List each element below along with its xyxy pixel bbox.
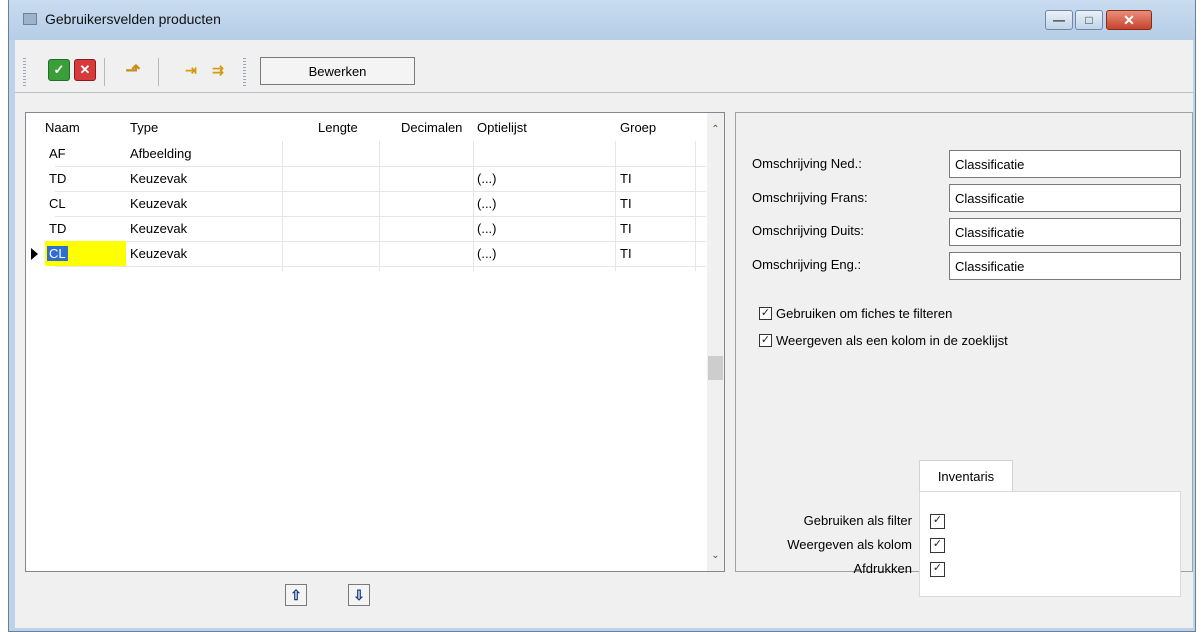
scroll-thumb[interactable] (708, 356, 723, 380)
inv-filter-checkbox[interactable]: ✓ (930, 514, 945, 529)
omschrijving-eng-field[interactable] (949, 252, 1181, 280)
cell-type[interactable]: Keuzevak (130, 241, 187, 266)
cell-type[interactable]: Keuzevak (130, 166, 187, 191)
current-row-indicator-icon (31, 248, 38, 260)
export-icon[interactable]: ⬏ (122, 59, 144, 81)
column-checkbox[interactable]: ✓ (759, 334, 772, 347)
row-divider (55, 266, 706, 267)
inv-column-checkbox[interactable]: ✓ (930, 538, 945, 553)
table-row[interactable]: AF Afbeelding (26, 141, 704, 166)
tab-inventaris[interactable]: Inventaris (919, 460, 1013, 492)
column-header-decimalen[interactable]: Decimalen (401, 120, 462, 135)
omschrijving-frans-field[interactable] (949, 184, 1181, 212)
cell-groep[interactable]: TI (620, 216, 632, 241)
cell-groep[interactable]: TI (620, 191, 632, 216)
toolbar: ✓ ✕ ⬏ ⇥ ⇉ Bewerken (15, 40, 1193, 92)
column-checkbox-label[interactable]: Weergeven als een kolom in de zoeklijst (776, 333, 1008, 348)
scroll-up-icon[interactable]: ⌃ (707, 121, 724, 138)
toolbar-separator (158, 58, 159, 86)
scroll-down-icon[interactable]: ⌄ (707, 547, 724, 564)
toolbar-grip[interactable] (23, 58, 26, 86)
move-down-button[interactable]: ⇩ (348, 584, 370, 606)
fields-grid[interactable]: Naam Type Lengte Decimalen Optielijst Gr… (25, 112, 725, 572)
column-header-optielijst[interactable]: Optielijst (477, 120, 527, 135)
minimize-icon: — (1053, 13, 1065, 27)
cell-groep[interactable]: TI (620, 166, 632, 191)
maximize-button[interactable]: □ (1075, 10, 1103, 30)
filter-checkbox-label[interactable]: Gebruiken om fiches te filteren (776, 306, 952, 321)
app-icon (23, 13, 37, 25)
cell-naam[interactable]: TD (49, 216, 66, 241)
column-header-lengte[interactable]: Lengte (318, 120, 358, 135)
cell-naam[interactable]: AF (49, 141, 66, 166)
cell-optielijst[interactable]: (...) (477, 241, 497, 266)
column-header-groep[interactable]: Groep (620, 120, 656, 135)
table-row[interactable]: CL Keuzevak (...) TI (26, 191, 704, 216)
column-header-type[interactable]: Type (130, 120, 158, 135)
cell-naam[interactable]: CL (49, 191, 66, 216)
import-fields-icon[interactable]: ⇥ (180, 59, 202, 81)
label-omschrijving-frans: Omschrijving Frans: (752, 190, 868, 205)
window-title: Gebruikersvelden producten (45, 11, 221, 27)
omschrijving-ned-field[interactable] (949, 150, 1181, 178)
cell-naam[interactable]: CL (45, 241, 126, 266)
confirm-button[interactable]: ✓ (48, 59, 70, 81)
cell-naam-text: CL (47, 246, 68, 261)
table-row-selected[interactable]: CL Keuzevak (...) TI (26, 241, 704, 266)
toolbar-divider (15, 92, 1193, 93)
toolbar-separator (104, 58, 105, 86)
inv-column-label: Weergeven als kolom (787, 537, 912, 552)
cell-type[interactable]: Afbeelding (130, 141, 191, 166)
close-button[interactable]: ✕ (1106, 10, 1152, 30)
bottom-bar (15, 576, 1193, 628)
inv-print-checkbox[interactable]: ✓ (930, 562, 945, 577)
column-header-naam[interactable]: Naam (45, 120, 80, 135)
cell-optielijst[interactable]: (...) (477, 191, 497, 216)
vertical-scrollbar[interactable]: ⌃ ⌄ (707, 113, 724, 571)
maximize-icon: □ (1085, 13, 1093, 27)
window: Gebruikersvelden producten — □ ✕ ✓ ✕ ⬏ ⇥… (8, 0, 1196, 632)
export-fields-icon[interactable]: ⇉ (207, 59, 229, 81)
label-omschrijving-duits: Omschrijving Duits: (752, 223, 864, 238)
minimize-button[interactable]: — (1045, 10, 1073, 30)
cell-optielijst[interactable]: (...) (477, 166, 497, 191)
edit-button[interactable]: Bewerken (260, 57, 415, 85)
close-icon: ✕ (1123, 11, 1135, 28)
label-omschrijving-ned: Omschrijving Ned.: (752, 156, 862, 171)
omschrijving-duits-field[interactable] (949, 218, 1181, 246)
details-panel: Omschrijving Ned.: Omschrijving Frans: O… (735, 112, 1193, 597)
table-row[interactable]: TD Keuzevak (...) TI (26, 166, 704, 191)
cell-naam[interactable]: TD (49, 166, 66, 191)
cancel-button[interactable]: ✕ (74, 59, 96, 81)
cell-type[interactable]: Keuzevak (130, 191, 187, 216)
title-bar: Gebruikersvelden producten — □ ✕ (9, 0, 1195, 40)
cell-groep[interactable]: TI (620, 241, 632, 266)
move-up-button[interactable]: ⇧ (285, 584, 307, 606)
label-omschrijving-eng: Omschrijving Eng.: (752, 257, 862, 272)
inv-print-label: Afdrukken (853, 561, 912, 576)
toolbar-grip[interactable] (243, 58, 246, 86)
filter-checkbox[interactable]: ✓ (759, 307, 772, 320)
table-row[interactable]: TD Keuzevak (...) TI (26, 216, 704, 241)
inv-filter-label: Gebruiken als filter (803, 513, 912, 528)
cell-type[interactable]: Keuzevak (130, 216, 187, 241)
cell-optielijst[interactable]: (...) (477, 216, 497, 241)
client-area: ✓ ✕ ⬏ ⇥ ⇉ Bewerken Naam Type Lengte Deci… (15, 40, 1193, 628)
